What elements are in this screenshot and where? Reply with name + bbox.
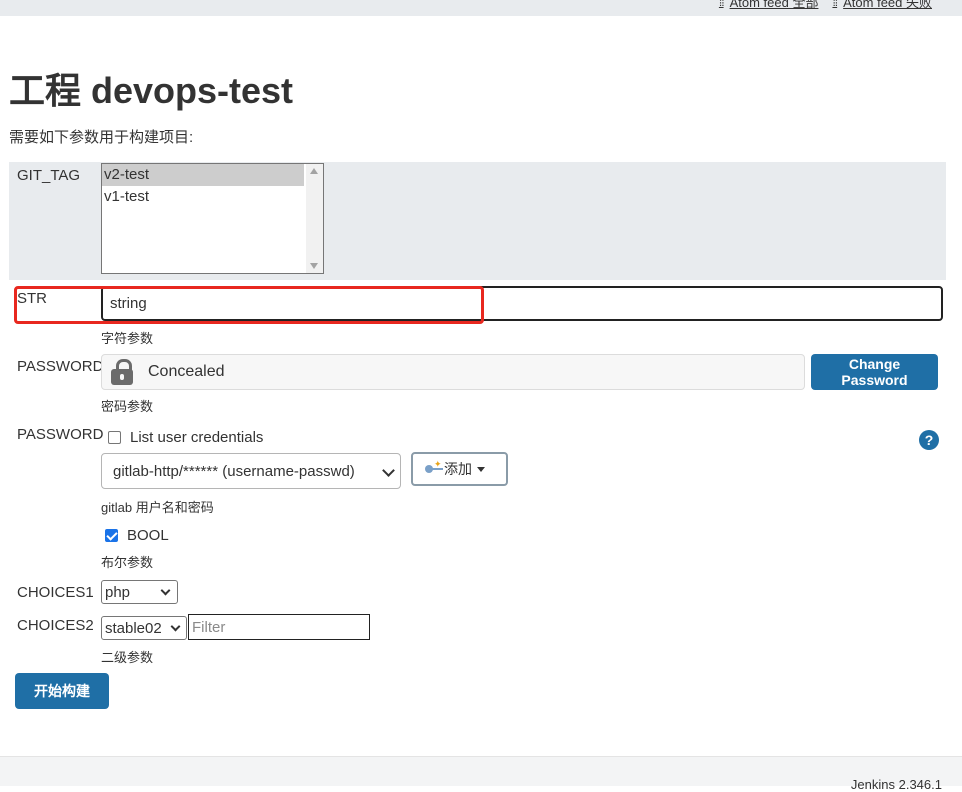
rss-icon: ⁞⁞ xyxy=(832,0,838,9)
scroll-up-arrow-icon[interactable] xyxy=(310,168,318,174)
bool-description: 布尔参数 xyxy=(101,555,154,570)
atom-feed-failed-link[interactable]: ⁞⁞ Atom feed 失败 xyxy=(832,0,932,11)
list-user-credentials-checkbox[interactable] xyxy=(108,431,121,444)
git-tag-label: GIT_TAG xyxy=(17,167,81,184)
bool-checkbox[interactable] xyxy=(105,529,118,542)
credentials-selected-value: gitlab-http/****** (username-passwd) xyxy=(113,462,355,480)
page-title: 工程 devops-test xyxy=(9,70,294,111)
choices1-label: CHOICES1 xyxy=(17,584,94,601)
listbox-scrollbar[interactable] xyxy=(306,164,323,273)
choices2-select[interactable]: stable02 xyxy=(101,616,187,640)
bool-row[interactable]: BOOL xyxy=(105,527,169,544)
add-label: 添加 xyxy=(444,461,472,477)
page-description: 需要如下参数用于构建项目: xyxy=(9,129,194,146)
chevron-down-icon xyxy=(160,585,171,596)
bool-label: BOOL xyxy=(127,527,169,544)
choices1-select[interactable]: php xyxy=(101,580,178,604)
top-links: ⁞⁞ Atom feed 全部 ⁞⁞ Atom feed 失败 xyxy=(719,0,932,11)
git-tag-option[interactable]: v2-test xyxy=(102,164,304,186)
credentials-select[interactable]: gitlab-http/****** (username-passwd) xyxy=(101,453,401,489)
help-icon[interactable]: ? xyxy=(919,430,939,450)
password-description: 密码参数 xyxy=(101,399,154,414)
footer: Jenkins 2.346.1 xyxy=(0,756,962,792)
concealed-text: Concealed xyxy=(148,363,225,380)
atom-feed-all-label: Atom feed 全部 xyxy=(729,0,819,10)
lock-icon xyxy=(102,354,142,390)
str-input[interactable] xyxy=(101,286,943,321)
choices1-selected-value: php xyxy=(105,583,131,601)
credentials-label: PASSWORD xyxy=(17,426,104,443)
chevron-down-icon xyxy=(170,621,181,632)
git-tag-listbox[interactable]: v2-test v1-test xyxy=(101,163,324,274)
change-password-button[interactable]: Change Password xyxy=(811,354,938,390)
scroll-down-arrow-icon[interactable] xyxy=(310,263,318,269)
password-concealed-field: Concealed xyxy=(101,354,805,390)
git-tag-option[interactable]: v1-test xyxy=(102,186,304,208)
choices2-description: 二级参数 xyxy=(101,650,154,665)
chevron-down-icon xyxy=(382,464,395,477)
key-icon: ✦ xyxy=(425,459,443,475)
start-build-button[interactable]: 开始构建 xyxy=(15,673,109,709)
credentials-description: gitlab 用户名和密码 xyxy=(101,500,214,515)
atom-feed-all-link[interactable]: ⁞⁞ Atom feed 全部 xyxy=(719,0,819,11)
choices2-label: CHOICES2 xyxy=(17,617,94,634)
choices2-selected-value: stable02 xyxy=(105,619,162,637)
list-user-credentials-row[interactable]: List user credentials xyxy=(108,429,263,446)
add-credentials-button[interactable]: ✦ 添加 xyxy=(411,452,508,486)
str-label: STR xyxy=(17,290,47,307)
choices2-filter-input[interactable] xyxy=(188,614,370,640)
atom-feed-failed-label: Atom feed 失败 xyxy=(843,0,932,10)
caret-down-icon xyxy=(477,466,485,472)
str-description: 字符参数 xyxy=(101,331,154,346)
list-user-credentials-label: List user credentials xyxy=(130,429,264,446)
password-label: PASSWORD xyxy=(17,358,104,375)
rss-icon: ⁞⁞ xyxy=(718,0,725,9)
